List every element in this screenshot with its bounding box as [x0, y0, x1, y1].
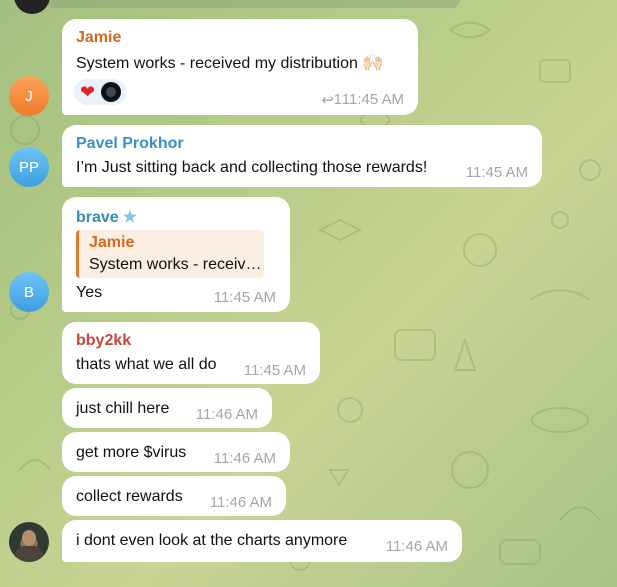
avatar-initials: J — [25, 87, 33, 105]
previous-avatar[interactable] — [14, 0, 50, 14]
message-bubble-pavel[interactable]: Pavel Prokhor I’m Just sitting back and … — [62, 125, 542, 187]
sender-name[interactable]: Jamie — [76, 29, 121, 47]
reactions-bar[interactable]: ❤ — [74, 79, 126, 105]
reactor-avatar — [101, 82, 121, 102]
sender-name[interactable]: bby2kk — [76, 332, 131, 350]
reply-count[interactable]: 1 — [334, 91, 342, 108]
message-time: 11:46 AM — [213, 450, 276, 467]
previous-message-edge — [46, 0, 460, 8]
message-bubble-bby2kk-2[interactable]: just chill here 11:46 AM — [62, 388, 272, 428]
sender-name[interactable]: brave ★ — [76, 207, 137, 227]
message-time: 11:46 AM — [385, 538, 448, 555]
message-text: get more $virus — [76, 444, 187, 461]
raised-hands-emoji: 🙌🏻 — [362, 53, 384, 72]
message-text: collect rewards — [76, 488, 183, 505]
avatar-pavel[interactable]: PP — [9, 147, 49, 187]
message-bubble-bby2kk-5[interactable]: i dont even look at the charts anymore 1… — [62, 520, 462, 562]
avatar-initials: PP — [18, 158, 39, 176]
message-bubble-jamie[interactable]: Jamie System works - received my distrib… — [62, 19, 418, 115]
reply-quote[interactable]: Jamie System works - receiv… — [76, 230, 264, 278]
quote-text: System works - receiv… — [89, 256, 262, 273]
message-bubble-brave[interactable]: brave ★ Jamie System works - receiv… Yes … — [62, 197, 290, 312]
message-bubble-bby2kk-1[interactable]: bby2kk thats what we all do 11:45 AM — [62, 322, 320, 384]
message-text: System works - received my distribution … — [76, 53, 383, 73]
message-time: 11:45 AM — [243, 362, 306, 379]
avatar-initials: B — [23, 283, 34, 301]
message-time: 11:45 AM — [213, 289, 276, 306]
message-time: 11:45 AM — [341, 91, 404, 108]
avatar-photo-body — [15, 546, 43, 562]
reply-arrow-icon[interactable]: ↩ — [321, 91, 334, 109]
sender-name-text: brave — [76, 209, 119, 226]
avatar-photo-head — [22, 530, 36, 546]
avatar-brave[interactable]: B — [9, 272, 49, 312]
message-time: 11:46 AM — [209, 494, 272, 511]
heart-reaction-icon[interactable]: ❤ — [80, 81, 95, 103]
avatar-bby2kk[interactable] — [9, 522, 49, 562]
message-text: thats what we all do — [76, 356, 217, 373]
sender-name[interactable]: Pavel Prokhor — [76, 135, 184, 153]
message-time: 11:45 AM — [465, 164, 528, 181]
message-text: just chill here — [76, 400, 170, 417]
message-bubble-bby2kk-4[interactable]: collect rewards 11:46 AM — [62, 476, 286, 516]
message-bubble-bby2kk-3[interactable]: get more $virus 11:46 AM — [62, 432, 290, 472]
message-time: 11:46 AM — [195, 406, 258, 423]
message-text: Yes — [76, 284, 103, 301]
quote-sender: Jamie — [89, 234, 135, 251]
message-text: I’m Just sitting back and collecting tho… — [76, 159, 428, 176]
message-text-body: System works - received my distribution — [76, 55, 358, 72]
avatar-jamie[interactable]: J — [9, 76, 49, 116]
premium-star-icon: ★ — [122, 209, 138, 226]
message-text: i dont even look at the charts anymore — [76, 532, 348, 549]
